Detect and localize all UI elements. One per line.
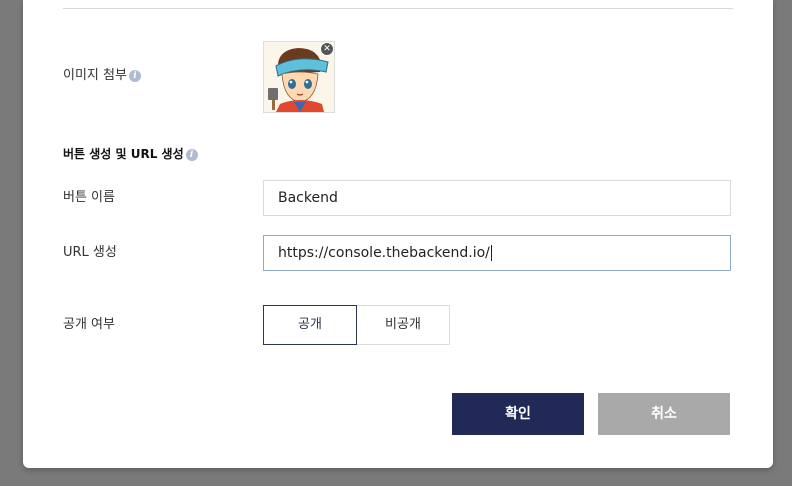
info-icon[interactable]: i: [185, 148, 198, 161]
info-icon[interactable]: i: [128, 69, 141, 82]
image-attach-label-text: 이미지 첨부: [63, 68, 127, 83]
visibility-option-public[interactable]: 공개: [263, 305, 357, 345]
cancel-button[interactable]: 취소: [598, 393, 730, 435]
url-input-value: https://console.thebackend.io/: [278, 245, 490, 261]
url-label: URL 생성: [63, 245, 117, 260]
confirm-button[interactable]: 확인: [452, 393, 584, 435]
section-title: 버튼 생성 및 URL 생성 i: [63, 146, 198, 162]
modal-dialog: 이미지 첨부 i ✕ 버튼 생성 및 URL 생성 i 버튼 이름 Backen…: [23, 0, 773, 468]
close-icon[interactable]: ✕: [320, 42, 334, 56]
section-title-text: 버튼 생성 및 URL 생성: [63, 147, 184, 161]
text-caret: [490, 245, 492, 261]
button-name-input[interactable]: Backend: [263, 180, 731, 216]
divider: [63, 8, 733, 9]
image-attach-label: 이미지 첨부 i: [63, 68, 141, 84]
visibility-option-private[interactable]: 비공개: [356, 305, 450, 345]
url-input[interactable]: https://console.thebackend.io/: [263, 235, 731, 271]
button-name-input-value: Backend: [278, 190, 338, 206]
button-name-label: 버튼 이름: [63, 190, 115, 205]
visibility-label: 공개 여부: [63, 317, 115, 332]
